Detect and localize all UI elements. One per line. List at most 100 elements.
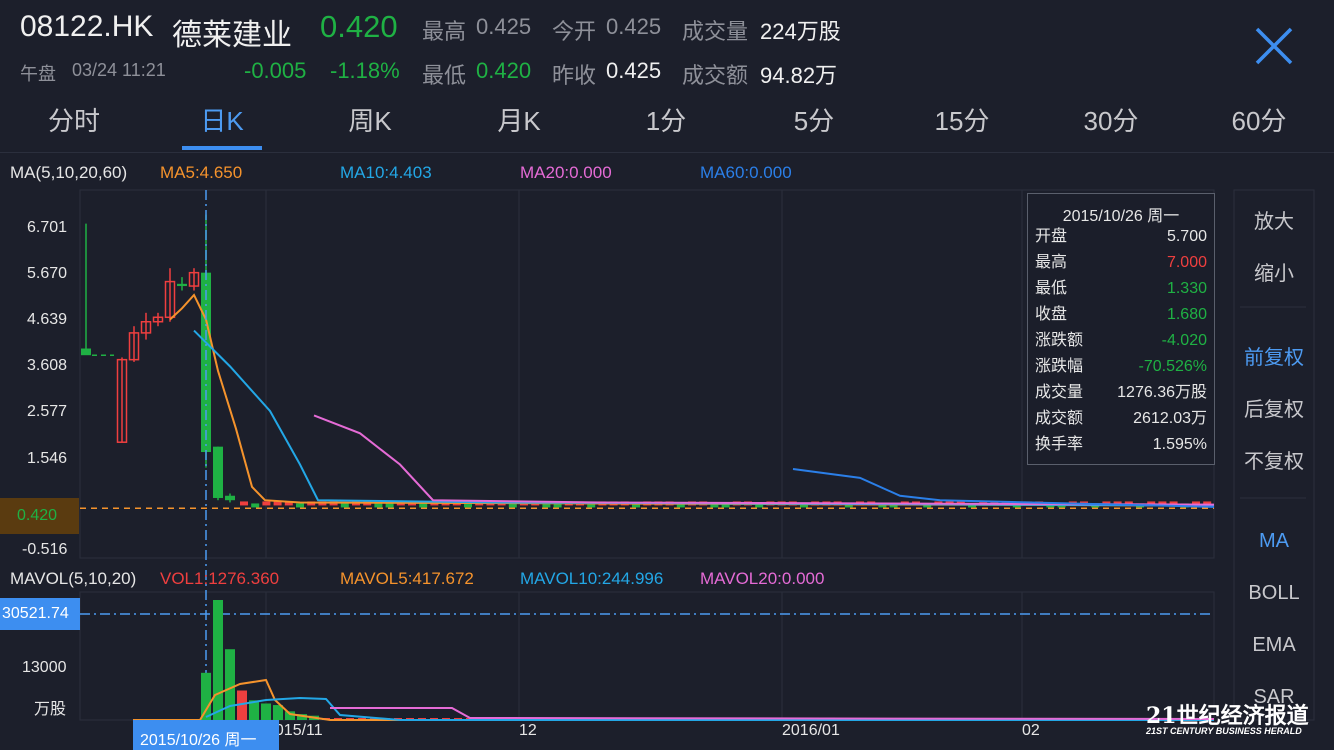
tab-daily-k[interactable]: 日K [172, 96, 272, 152]
volume-bar [201, 672, 211, 720]
candle-body-down [177, 283, 187, 287]
zoom-out-button[interactable]: 缩小 [1236, 257, 1312, 286]
zoom-in-button[interactable]: 放大 [1236, 205, 1312, 234]
candle-small [464, 503, 472, 508]
price-change: -0.005 [244, 58, 307, 83]
x-tick-12: 12 [519, 722, 537, 739]
forward-adjust-button[interactable]: 前复权 [1236, 341, 1312, 370]
prev-close-value: 0.425 [606, 58, 662, 83]
volume-bar [225, 649, 235, 720]
tab-weekly-k[interactable]: 周K [320, 96, 420, 152]
crosshair-date-tag: 2015/10/26 周一 [140, 732, 257, 749]
open-value: 0.425 [606, 14, 662, 39]
volume-bar [213, 600, 223, 720]
volume-tick-13000: 13000 [22, 659, 67, 676]
candle-info-box: 2015/10/26 周一 开盘 5.700 最高 7.000 最低 1.330 收盘… [1027, 193, 1215, 465]
mavol10-legend: MAVOL10:244.996 [520, 569, 664, 588]
candle-small [296, 503, 304, 508]
period-tabs: 分时 日K 周K 月K 1分 5分 15分 30分 60分 [0, 96, 1334, 153]
x-tick-02: 02 [1022, 722, 1040, 739]
low-label: 最低 [422, 63, 467, 88]
info-key: 最低 [1035, 280, 1068, 297]
tab-60min[interactable]: 60分 [1209, 96, 1309, 152]
info-value: -4.020 [1161, 332, 1207, 349]
candle-small [262, 501, 271, 506]
info-key: 最高 [1035, 254, 1068, 271]
candle-small [251, 503, 260, 508]
info-value: 1.595% [1152, 436, 1207, 453]
ema-indicator-button[interactable]: EMA [1236, 634, 1312, 657]
x-tick-2016-01: 2016/01 [782, 722, 840, 739]
amount-value: 94.82万 [760, 63, 838, 88]
low-value: 0.420 [476, 58, 532, 83]
no-adjust-button[interactable]: 不复权 [1236, 445, 1312, 474]
open-label: 今开 [552, 19, 597, 44]
info-key: 收盘 [1035, 306, 1068, 323]
mavol-legend-title: MAVOL(5,10,20) [10, 569, 137, 588]
volume-max-tag: 30521.74 [2, 605, 69, 622]
info-row-volume: 成交量 1276.36万股 [1028, 380, 1214, 406]
mavol5-legend: MAVOL5:417.672 [340, 569, 474, 588]
info-value: 5.700 [1166, 228, 1207, 245]
info-row-close: 收盘 1.680 [1028, 302, 1214, 328]
info-row-change: 涨跌额 -4.020 [1028, 328, 1214, 354]
info-value: 1.330 [1166, 280, 1207, 297]
volume-bar [261, 703, 271, 720]
info-row-amount: 成交额 2612.03万 [1028, 406, 1214, 432]
info-row-open: 开盘 5.700 [1028, 224, 1214, 250]
info-key: 成交额 [1035, 410, 1084, 427]
candle-body-down [81, 348, 91, 356]
mavol20-line [330, 707, 1215, 720]
prev-close-label: 昨收 [552, 63, 597, 88]
y-tick-2577: 2.577 [27, 403, 68, 420]
vol-legend: VOL1:1276.360 [160, 569, 280, 588]
info-key: 涨跌幅 [1035, 358, 1084, 375]
ma-indicator-button[interactable]: MA [1236, 530, 1312, 553]
volume-unit: 万股 [34, 701, 67, 718]
stock-name: 德莱建业 [172, 19, 292, 52]
boll-indicator-button[interactable]: BOLL [1236, 582, 1312, 605]
info-key: 开盘 [1035, 228, 1068, 245]
session-label: 午盘 [20, 64, 56, 84]
candle-small [419, 503, 428, 508]
info-row-change-pct: 涨跌幅 -70.526% [1028, 354, 1214, 380]
mavol20-legend: MAVOL20:0.000 [700, 569, 825, 588]
tab-monthly-k[interactable]: 月K [469, 96, 569, 152]
info-key: 换手率 [1035, 436, 1084, 453]
close-icon[interactable] [1252, 24, 1296, 68]
high-label: 最高 [422, 19, 467, 44]
tab-1min[interactable]: 1分 [616, 96, 716, 152]
info-value: 2612.03万 [1133, 410, 1207, 427]
info-row-low: 最低 1.330 [1028, 276, 1214, 302]
candle-body-down [225, 495, 235, 501]
candle-small [374, 503, 383, 508]
price-change-pct: -1.18% [330, 58, 400, 83]
tab-5min[interactable]: 5分 [764, 96, 864, 152]
tab-fenshi[interactable]: 分时 [24, 96, 124, 152]
y-tick-5670: 5.670 [27, 265, 68, 282]
candle-small [240, 501, 248, 506]
ma60-line [792, 467, 1215, 508]
volume-label: 成交量 [682, 19, 749, 44]
watermark-sub: 21ST CENTURY BUSINESS HERALD [1146, 726, 1302, 736]
info-value: 1276.36万股 [1117, 384, 1207, 401]
info-value: -70.526% [1138, 358, 1208, 375]
candle-small [385, 503, 394, 508]
y-tick-1546: 1.546 [27, 450, 68, 467]
tab-30min[interactable]: 30分 [1061, 96, 1161, 152]
y-tick-neg0516: -0.516 [22, 541, 68, 558]
y-tick-4639: 4.639 [27, 311, 68, 328]
quote-datetime: 03/24 11:21 [72, 60, 166, 80]
stock-code: 08122.HK [20, 10, 154, 43]
info-row-high: 最高 7.000 [1028, 250, 1214, 276]
backward-adjust-button[interactable]: 后复权 [1236, 393, 1312, 422]
info-value: 1.680 [1166, 306, 1207, 323]
y-tick-6701: 6.701 [27, 219, 68, 236]
mavol5-line [133, 678, 1214, 721]
info-row-turnover: 换手率 1.595% [1028, 432, 1214, 458]
candle-body-down [213, 446, 223, 498]
high-value: 0.425 [476, 14, 532, 39]
tab-15min[interactable]: 15分 [912, 96, 1012, 152]
y-tick-3608: 3.608 [27, 357, 68, 374]
current-price-tag: 0.420 [17, 507, 58, 524]
